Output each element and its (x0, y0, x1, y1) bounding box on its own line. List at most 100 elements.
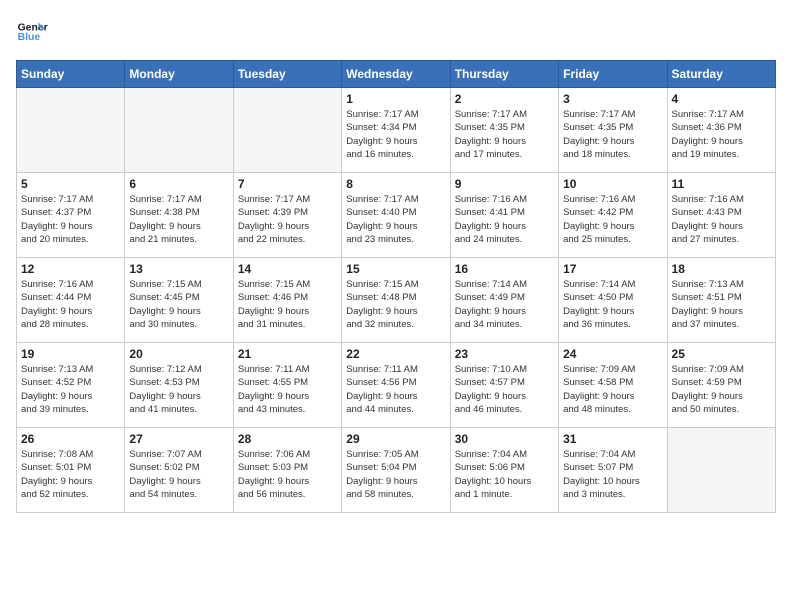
day-number: 19 (21, 347, 120, 361)
calendar-cell: 27 Sunrise: 7:07 AM Sunset: 5:02 PM Dayli… (125, 428, 233, 513)
calendar-cell: 23 Sunrise: 7:10 AM Sunset: 4:57 PM Dayli… (450, 343, 558, 428)
day-number: 27 (129, 432, 228, 446)
day-number: 12 (21, 262, 120, 276)
day-info: Sunrise: 7:14 AM Sunset: 4:49 PM Dayligh… (455, 278, 554, 331)
calendar-cell: 24 Sunrise: 7:09 AM Sunset: 4:58 PM Dayli… (559, 343, 667, 428)
day-info: Sunrise: 7:17 AM Sunset: 4:40 PM Dayligh… (346, 193, 445, 246)
calendar-header-row: SundayMondayTuesdayWednesdayThursdayFrid… (17, 61, 776, 88)
day-number: 8 (346, 177, 445, 191)
day-number: 2 (455, 92, 554, 106)
calendar-cell: 4 Sunrise: 7:17 AM Sunset: 4:36 PM Daylig… (667, 88, 775, 173)
day-of-week-header: Wednesday (342, 61, 450, 88)
day-number: 24 (563, 347, 662, 361)
day-info: Sunrise: 7:16 AM Sunset: 4:41 PM Dayligh… (455, 193, 554, 246)
day-info: Sunrise: 7:15 AM Sunset: 4:45 PM Dayligh… (129, 278, 228, 331)
day-number: 15 (346, 262, 445, 276)
calendar-cell: 9 Sunrise: 7:16 AM Sunset: 4:41 PM Daylig… (450, 173, 558, 258)
day-info: Sunrise: 7:15 AM Sunset: 4:46 PM Dayligh… (238, 278, 337, 331)
day-info: Sunrise: 7:17 AM Sunset: 4:39 PM Dayligh… (238, 193, 337, 246)
calendar-cell: 29 Sunrise: 7:05 AM Sunset: 5:04 PM Dayli… (342, 428, 450, 513)
day-number: 28 (238, 432, 337, 446)
day-of-week-header: Thursday (450, 61, 558, 88)
day-of-week-header: Tuesday (233, 61, 341, 88)
calendar-cell: 12 Sunrise: 7:16 AM Sunset: 4:44 PM Dayli… (17, 258, 125, 343)
calendar-cell: 22 Sunrise: 7:11 AM Sunset: 4:56 PM Dayli… (342, 343, 450, 428)
week-row: 12 Sunrise: 7:16 AM Sunset: 4:44 PM Dayli… (17, 258, 776, 343)
day-info: Sunrise: 7:04 AM Sunset: 5:07 PM Dayligh… (563, 448, 662, 501)
day-info: Sunrise: 7:09 AM Sunset: 4:59 PM Dayligh… (672, 363, 771, 416)
day-info: Sunrise: 7:06 AM Sunset: 5:03 PM Dayligh… (238, 448, 337, 501)
day-number: 6 (129, 177, 228, 191)
day-info: Sunrise: 7:16 AM Sunset: 4:42 PM Dayligh… (563, 193, 662, 246)
day-info: Sunrise: 7:11 AM Sunset: 4:56 PM Dayligh… (346, 363, 445, 416)
week-row: 26Sunrise: 7:08 AM Sunset: 5:01 PM Dayli… (17, 428, 776, 513)
day-info: Sunrise: 7:07 AM Sunset: 5:02 PM Dayligh… (129, 448, 228, 501)
calendar-cell: 7 Sunrise: 7:17 AM Sunset: 4:39 PM Daylig… (233, 173, 341, 258)
day-number: 29 (346, 432, 445, 446)
day-number: 9 (455, 177, 554, 191)
calendar-cell (125, 88, 233, 173)
calendar-cell: 20Sunrise: 7:12 AM Sunset: 4:53 PM Dayli… (125, 343, 233, 428)
calendar-cell (233, 88, 341, 173)
day-number: 17 (563, 262, 662, 276)
calendar-cell (667, 428, 775, 513)
day-info: Sunrise: 7:17 AM Sunset: 4:35 PM Dayligh… (455, 108, 554, 161)
day-number: 13 (129, 262, 228, 276)
calendar-cell: 1Sunrise: 7:17 AM Sunset: 4:34 PM Daylig… (342, 88, 450, 173)
day-number: 16 (455, 262, 554, 276)
calendar-cell: 16 Sunrise: 7:14 AM Sunset: 4:49 PM Dayli… (450, 258, 558, 343)
day-info: Sunrise: 7:13 AM Sunset: 4:51 PM Dayligh… (672, 278, 771, 331)
calendar-cell: 17Sunrise: 7:14 AM Sunset: 4:50 PM Dayli… (559, 258, 667, 343)
svg-text:Blue: Blue (18, 32, 41, 43)
calendar-cell: 21 Sunrise: 7:11 AM Sunset: 4:55 PM Dayli… (233, 343, 341, 428)
day-number: 7 (238, 177, 337, 191)
day-info: Sunrise: 7:09 AM Sunset: 4:58 PM Dayligh… (563, 363, 662, 416)
day-info: Sunrise: 7:16 AM Sunset: 4:43 PM Dayligh… (672, 193, 771, 246)
day-number: 5 (21, 177, 120, 191)
calendar-cell: 14 Sunrise: 7:15 AM Sunset: 4:46 PM Dayli… (233, 258, 341, 343)
day-number: 25 (672, 347, 771, 361)
day-info: Sunrise: 7:04 AM Sunset: 5:06 PM Dayligh… (455, 448, 554, 501)
day-number: 11 (672, 177, 771, 191)
calendar-cell: 28 Sunrise: 7:06 AM Sunset: 5:03 PM Dayli… (233, 428, 341, 513)
day-info: Sunrise: 7:17 AM Sunset: 4:37 PM Dayligh… (21, 193, 120, 246)
calendar-cell: 8 Sunrise: 7:17 AM Sunset: 4:40 PM Daylig… (342, 173, 450, 258)
day-info: Sunrise: 7:13 AM Sunset: 4:52 PM Dayligh… (21, 363, 120, 416)
day-number: 21 (238, 347, 337, 361)
calendar-cell: 18 Sunrise: 7:13 AM Sunset: 4:51 PM Dayli… (667, 258, 775, 343)
day-of-week-header: Friday (559, 61, 667, 88)
day-number: 18 (672, 262, 771, 276)
calendar-cell: 25 Sunrise: 7:09 AM Sunset: 4:59 PM Dayli… (667, 343, 775, 428)
day-info: Sunrise: 7:08 AM Sunset: 5:01 PM Dayligh… (21, 448, 120, 501)
calendar-cell: 26Sunrise: 7:08 AM Sunset: 5:01 PM Dayli… (17, 428, 125, 513)
day-info: Sunrise: 7:05 AM Sunset: 5:04 PM Dayligh… (346, 448, 445, 501)
calendar-cell: 2 Sunrise: 7:17 AM Sunset: 4:35 PM Daylig… (450, 88, 558, 173)
week-row: 19 Sunrise: 7:13 AM Sunset: 4:52 PM Dayli… (17, 343, 776, 428)
day-number: 14 (238, 262, 337, 276)
page-header: General Blue (16, 16, 776, 48)
day-of-week-header: Monday (125, 61, 233, 88)
day-info: Sunrise: 7:17 AM Sunset: 4:35 PM Dayligh… (563, 108, 662, 161)
day-info: Sunrise: 7:17 AM Sunset: 4:34 PM Dayligh… (346, 108, 445, 161)
logo-icon: General Blue (16, 16, 48, 48)
day-info: Sunrise: 7:17 AM Sunset: 4:38 PM Dayligh… (129, 193, 228, 246)
calendar-cell: 30Sunrise: 7:04 AM Sunset: 5:06 PM Dayli… (450, 428, 558, 513)
day-info: Sunrise: 7:11 AM Sunset: 4:55 PM Dayligh… (238, 363, 337, 416)
calendar-table: SundayMondayTuesdayWednesdayThursdayFrid… (16, 60, 776, 513)
week-row: 1Sunrise: 7:17 AM Sunset: 4:34 PM Daylig… (17, 88, 776, 173)
day-of-week-header: Sunday (17, 61, 125, 88)
calendar-cell: 10 Sunrise: 7:16 AM Sunset: 4:42 PM Dayli… (559, 173, 667, 258)
calendar-cell: 15 Sunrise: 7:15 AM Sunset: 4:48 PM Dayli… (342, 258, 450, 343)
day-info: Sunrise: 7:17 AM Sunset: 4:36 PM Dayligh… (672, 108, 771, 161)
day-info: Sunrise: 7:16 AM Sunset: 4:44 PM Dayligh… (21, 278, 120, 331)
day-number: 23 (455, 347, 554, 361)
day-number: 10 (563, 177, 662, 191)
calendar-cell (17, 88, 125, 173)
day-info: Sunrise: 7:15 AM Sunset: 4:48 PM Dayligh… (346, 278, 445, 331)
week-row: 5 Sunrise: 7:17 AM Sunset: 4:37 PM Daylig… (17, 173, 776, 258)
day-number: 22 (346, 347, 445, 361)
day-info: Sunrise: 7:10 AM Sunset: 4:57 PM Dayligh… (455, 363, 554, 416)
day-number: 4 (672, 92, 771, 106)
day-info: Sunrise: 7:12 AM Sunset: 4:53 PM Dayligh… (129, 363, 228, 416)
calendar-cell: 6 Sunrise: 7:17 AM Sunset: 4:38 PM Daylig… (125, 173, 233, 258)
